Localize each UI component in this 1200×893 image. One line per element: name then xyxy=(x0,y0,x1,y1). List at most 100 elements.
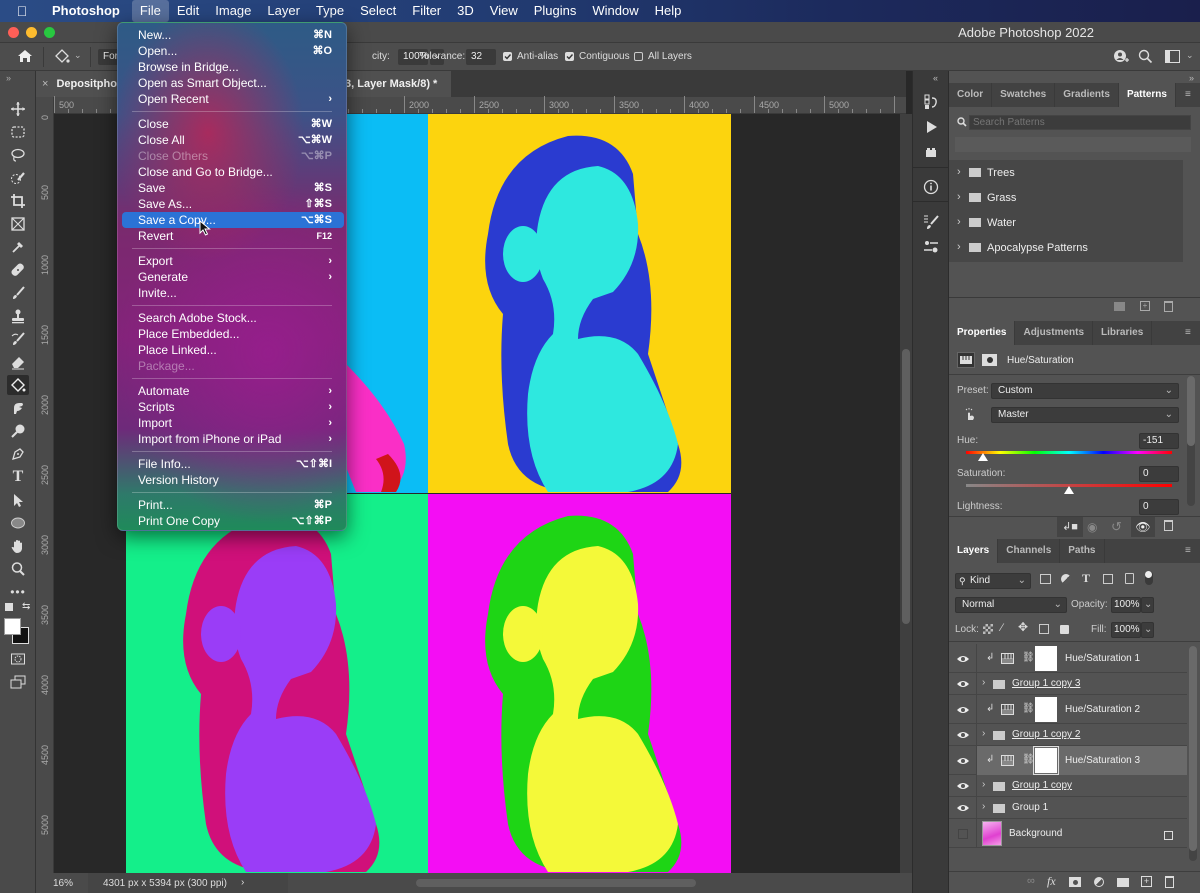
history-panel-icon[interactable] xyxy=(919,91,943,113)
channel-select[interactable]: Master ⌄ xyxy=(991,407,1179,423)
contiguous-checkbox[interactable] xyxy=(565,52,574,61)
pattern-folder-item[interactable]: › Apocalypse Patterns xyxy=(949,235,1183,260)
layer-mask-thumbnail[interactable] xyxy=(1035,697,1057,722)
link-layers-icon[interactable]: ∞ xyxy=(1027,875,1035,887)
fill-dropdown[interactable]: ⌄ xyxy=(1141,622,1154,638)
zoom-level[interactable]: 16% xyxy=(53,878,73,889)
tab-channels[interactable]: Channels xyxy=(998,539,1061,563)
menu-item-search-adobe-stock[interactable]: Search Adobe Stock... xyxy=(122,310,344,326)
chevron-right-icon[interactable]: › xyxy=(982,779,985,790)
delete-pattern-icon[interactable] xyxy=(1164,301,1173,312)
menu-file[interactable]: File xyxy=(131,0,169,22)
eye-icon[interactable] xyxy=(956,756,970,766)
pen-tool-icon[interactable] xyxy=(7,444,29,464)
horizontal-scrollbar-thumb[interactable] xyxy=(416,879,696,887)
pattern-folder-item[interactable]: › Trees xyxy=(949,160,1183,185)
app-menu[interactable]: Photoshop xyxy=(44,0,132,22)
tolerance-input[interactable]: 32 xyxy=(466,49,496,65)
collapse-dock-icon[interactable]: » xyxy=(1189,73,1194,83)
menu-filter[interactable]: Filter xyxy=(404,0,449,22)
menu-item-file-info[interactable]: File Info... ⌥⇧⌘I xyxy=(122,456,344,472)
menu-item-close-and-go-to-bridge[interactable]: Close and Go to Bridge... xyxy=(122,164,344,180)
vertical-scrollbar[interactable] xyxy=(900,114,912,873)
hue-input[interactable]: -151 xyxy=(1139,433,1179,449)
eye-icon[interactable] xyxy=(956,803,970,813)
libraries-panel-icon[interactable] xyxy=(919,141,943,163)
menu-item-place-linked[interactable]: Place Linked... xyxy=(122,342,344,358)
type-tool-icon[interactable]: T xyxy=(7,467,29,487)
preset-select[interactable]: Custom ⌄ xyxy=(991,383,1179,399)
all-layers-checkbox[interactable] xyxy=(634,52,643,61)
move-tool-icon[interactable] xyxy=(7,99,29,119)
actions-panel-icon[interactable] xyxy=(919,116,943,138)
hand-tool-icon[interactable] xyxy=(7,536,29,556)
menu-item-version-history[interactable]: Version History xyxy=(122,472,344,488)
lasso-tool-icon[interactable] xyxy=(7,145,29,165)
pattern-folder-item[interactable]: › Water xyxy=(949,210,1183,235)
chevron-right-icon[interactable]: › xyxy=(957,191,961,203)
quick-selection-tool-icon[interactable] xyxy=(7,168,29,188)
ellipse-tool-icon[interactable] xyxy=(7,513,29,533)
saturation-input[interactable]: 0 xyxy=(1139,466,1179,482)
pattern-folder-item[interactable]: › Grass xyxy=(949,185,1183,210)
search-icon[interactable] xyxy=(1138,49,1153,64)
layer-opacity-input[interactable]: 100% xyxy=(1111,597,1141,613)
search-patterns-input[interactable] xyxy=(969,115,1191,130)
tab-properties[interactable]: Properties xyxy=(949,321,1016,345)
tab-color[interactable]: Color xyxy=(949,83,993,107)
new-adjustment-layer-icon[interactable] xyxy=(1094,877,1104,887)
menu-help[interactable]: Help xyxy=(647,0,690,22)
layer-style-icon[interactable]: fx xyxy=(1047,874,1056,889)
close-tab-icon[interactable]: × xyxy=(42,78,48,90)
filter-shape-icon[interactable] xyxy=(1103,574,1113,584)
clip-to-layer-icon[interactable]: ↲■ xyxy=(1057,517,1083,537)
eye-icon[interactable] xyxy=(956,730,970,740)
new-pattern-group-icon[interactable] xyxy=(1114,302,1125,311)
chevron-right-icon[interactable]: › xyxy=(957,216,961,228)
layer-row[interactable]: Background xyxy=(949,819,1187,848)
layer-row[interactable]: › Group 1 copy 3 xyxy=(949,673,1187,695)
anti-alias-checkbox[interactable] xyxy=(503,52,512,61)
filter-smart-object-icon[interactable] xyxy=(1125,573,1134,584)
chevron-right-icon[interactable]: › xyxy=(957,241,961,253)
paint-bucket-tool-preset-icon[interactable] xyxy=(53,48,71,66)
chevron-right-icon[interactable]: › xyxy=(982,677,985,688)
menu-item-export[interactable]: Export › xyxy=(122,253,344,269)
foreground-color-swatch[interactable] xyxy=(4,618,21,635)
eye-icon[interactable] xyxy=(956,781,970,791)
marquee-tool-icon[interactable] xyxy=(7,122,29,142)
menu-item-print[interactable]: Print... ⌘P xyxy=(122,497,344,513)
view-previous-state-icon[interactable]: ◉ xyxy=(1087,520,1097,534)
layer-row[interactable]: ↲ ⛓ Hue/Saturation 3 xyxy=(949,746,1187,775)
info-panel-icon[interactable] xyxy=(919,176,943,198)
more-tools-icon[interactable]: ••• xyxy=(7,582,29,602)
layer-row[interactable]: › Group 1 copy xyxy=(949,775,1187,797)
status-menu-arrow[interactable]: › xyxy=(241,877,244,888)
lightness-input[interactable]: 0 xyxy=(1139,499,1179,515)
layer-mask-thumbnail[interactable] xyxy=(1033,746,1059,775)
menu-layer[interactable]: Layer xyxy=(259,0,308,22)
delete-layer-icon[interactable] xyxy=(1165,876,1174,888)
layer-row[interactable]: ↲ ⛓ Hue/Saturation 2 xyxy=(949,695,1187,724)
menu-image[interactable]: Image xyxy=(207,0,259,22)
tab-adjustments[interactable]: Adjustments xyxy=(1015,321,1094,345)
healing-brush-tool-icon[interactable] xyxy=(7,260,29,280)
menu-select[interactable]: Select xyxy=(352,0,404,22)
menu-item-invite[interactable]: Invite... xyxy=(122,285,344,301)
lock-image-icon[interactable]: ∕ xyxy=(1001,622,1003,634)
panel-menu-icon[interactable]: ≡ xyxy=(1185,327,1195,338)
filter-adjustment-icon[interactable] xyxy=(1061,574,1071,584)
clone-stamp-tool-icon[interactable] xyxy=(7,306,29,326)
default-colors-icon[interactable] xyxy=(5,603,13,611)
toggle-visibility-icon[interactable]: 👁 xyxy=(1131,517,1155,537)
document-tab-active[interactable]: 3, Layer Mask/8) * xyxy=(341,71,451,97)
new-pattern-icon[interactable]: + xyxy=(1140,301,1150,311)
swap-colors-icon[interactable]: ⇆ xyxy=(22,601,30,612)
eraser-tool-icon[interactable] xyxy=(7,352,29,372)
menu-item-place-embedded[interactable]: Place Embedded... xyxy=(122,326,344,342)
tab-libraries[interactable]: Libraries xyxy=(1093,321,1153,345)
share-user-icon[interactable] xyxy=(1113,49,1129,65)
menu-item-new[interactable]: New... ⌘N xyxy=(122,27,344,43)
chain-link-icon[interactable]: ⛓ xyxy=(1022,754,1035,765)
tab-layers[interactable]: Layers xyxy=(949,539,999,563)
